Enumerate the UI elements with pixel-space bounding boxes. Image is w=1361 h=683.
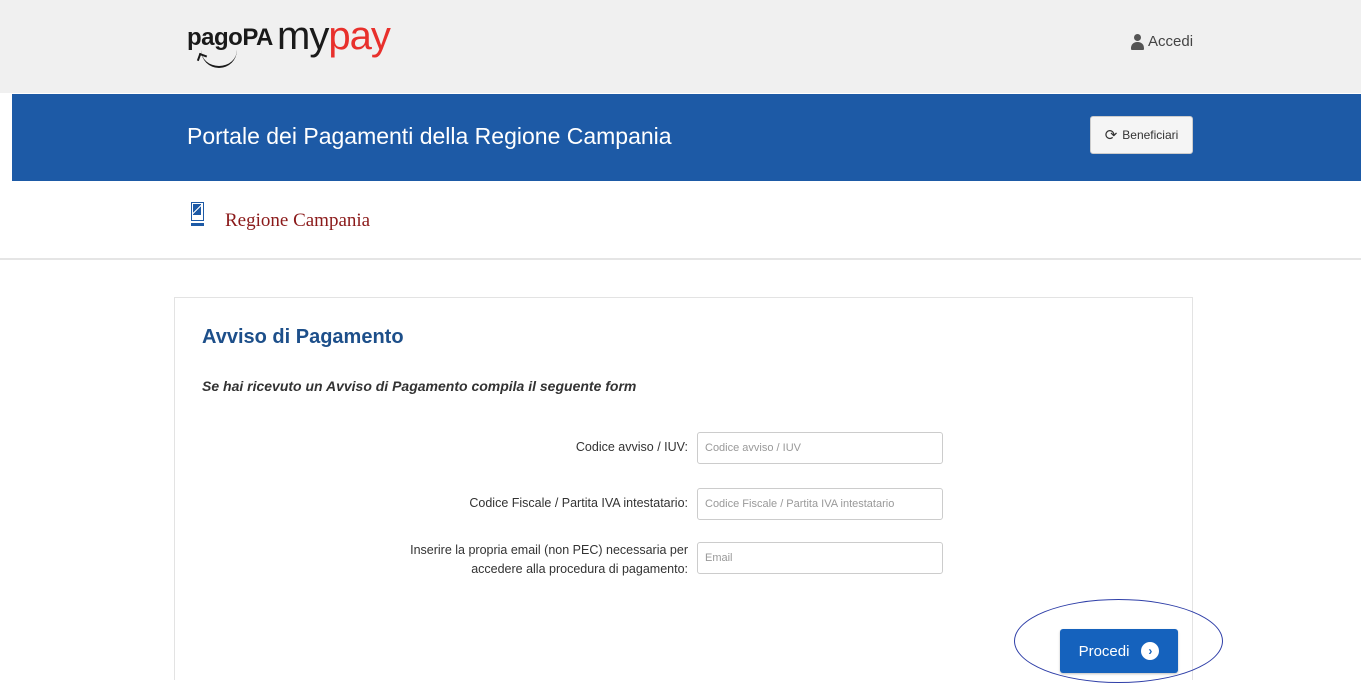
user-icon <box>1130 33 1144 50</box>
mypay-logo-my: my <box>277 14 329 58</box>
chevron-right-circle-icon: › <box>1141 642 1160 660</box>
codice-avviso-label: Codice avviso / IUV: <box>575 440 688 454</box>
mypay-logo[interactable]: mypay <box>277 14 391 59</box>
email-label: Inserire la propria email (non PEC) nece… <box>410 543 688 576</box>
pagopa-logo[interactable]: pagoPA <box>187 24 273 68</box>
codice-fiscale-input[interactable] <box>697 488 943 520</box>
pagopa-logo-text: pagoPA <box>187 24 273 51</box>
beneficiari-button[interactable]: ⟳ Beneficiari <box>1090 116 1193 154</box>
codice-fiscale-label: Codice Fiscale / Partita IVA intestatari… <box>469 496 688 510</box>
login-label: Accedi <box>1148 33 1194 50</box>
codice-avviso-input[interactable] <box>697 432 943 464</box>
procedi-button[interactable]: Procedi › <box>1060 629 1178 673</box>
portal-banner: Portale dei Pagamenti della Regione Camp… <box>12 94 1361 181</box>
login-link[interactable]: Accedi <box>1130 33 1193 50</box>
beneficiari-label: Beneficiari <box>1122 128 1179 142</box>
regione-crest-icon <box>191 202 204 226</box>
panel-title: Avviso di Pagamento <box>202 326 404 348</box>
ente-header: Regione Campania <box>0 182 1361 260</box>
ente-name: Regione Campania <box>225 210 371 231</box>
email-input[interactable] <box>697 542 943 574</box>
procedi-label: Procedi <box>1078 642 1130 660</box>
mypay-logo-pay: pay <box>328 14 390 58</box>
panel-subtitle: Se hai ricevuto un Avviso di Pagamento c… <box>202 378 637 394</box>
refresh-icon: ⟳ <box>1104 126 1118 144</box>
top-header: pagoPA mypay Accedi <box>0 0 1361 93</box>
avviso-panel: Avviso di Pagamento Se hai ricevuto un A… <box>174 297 1193 680</box>
pagopa-swoosh-icon <box>201 50 237 68</box>
portal-title: Portale dei Pagamenti della Regione Camp… <box>187 123 672 149</box>
